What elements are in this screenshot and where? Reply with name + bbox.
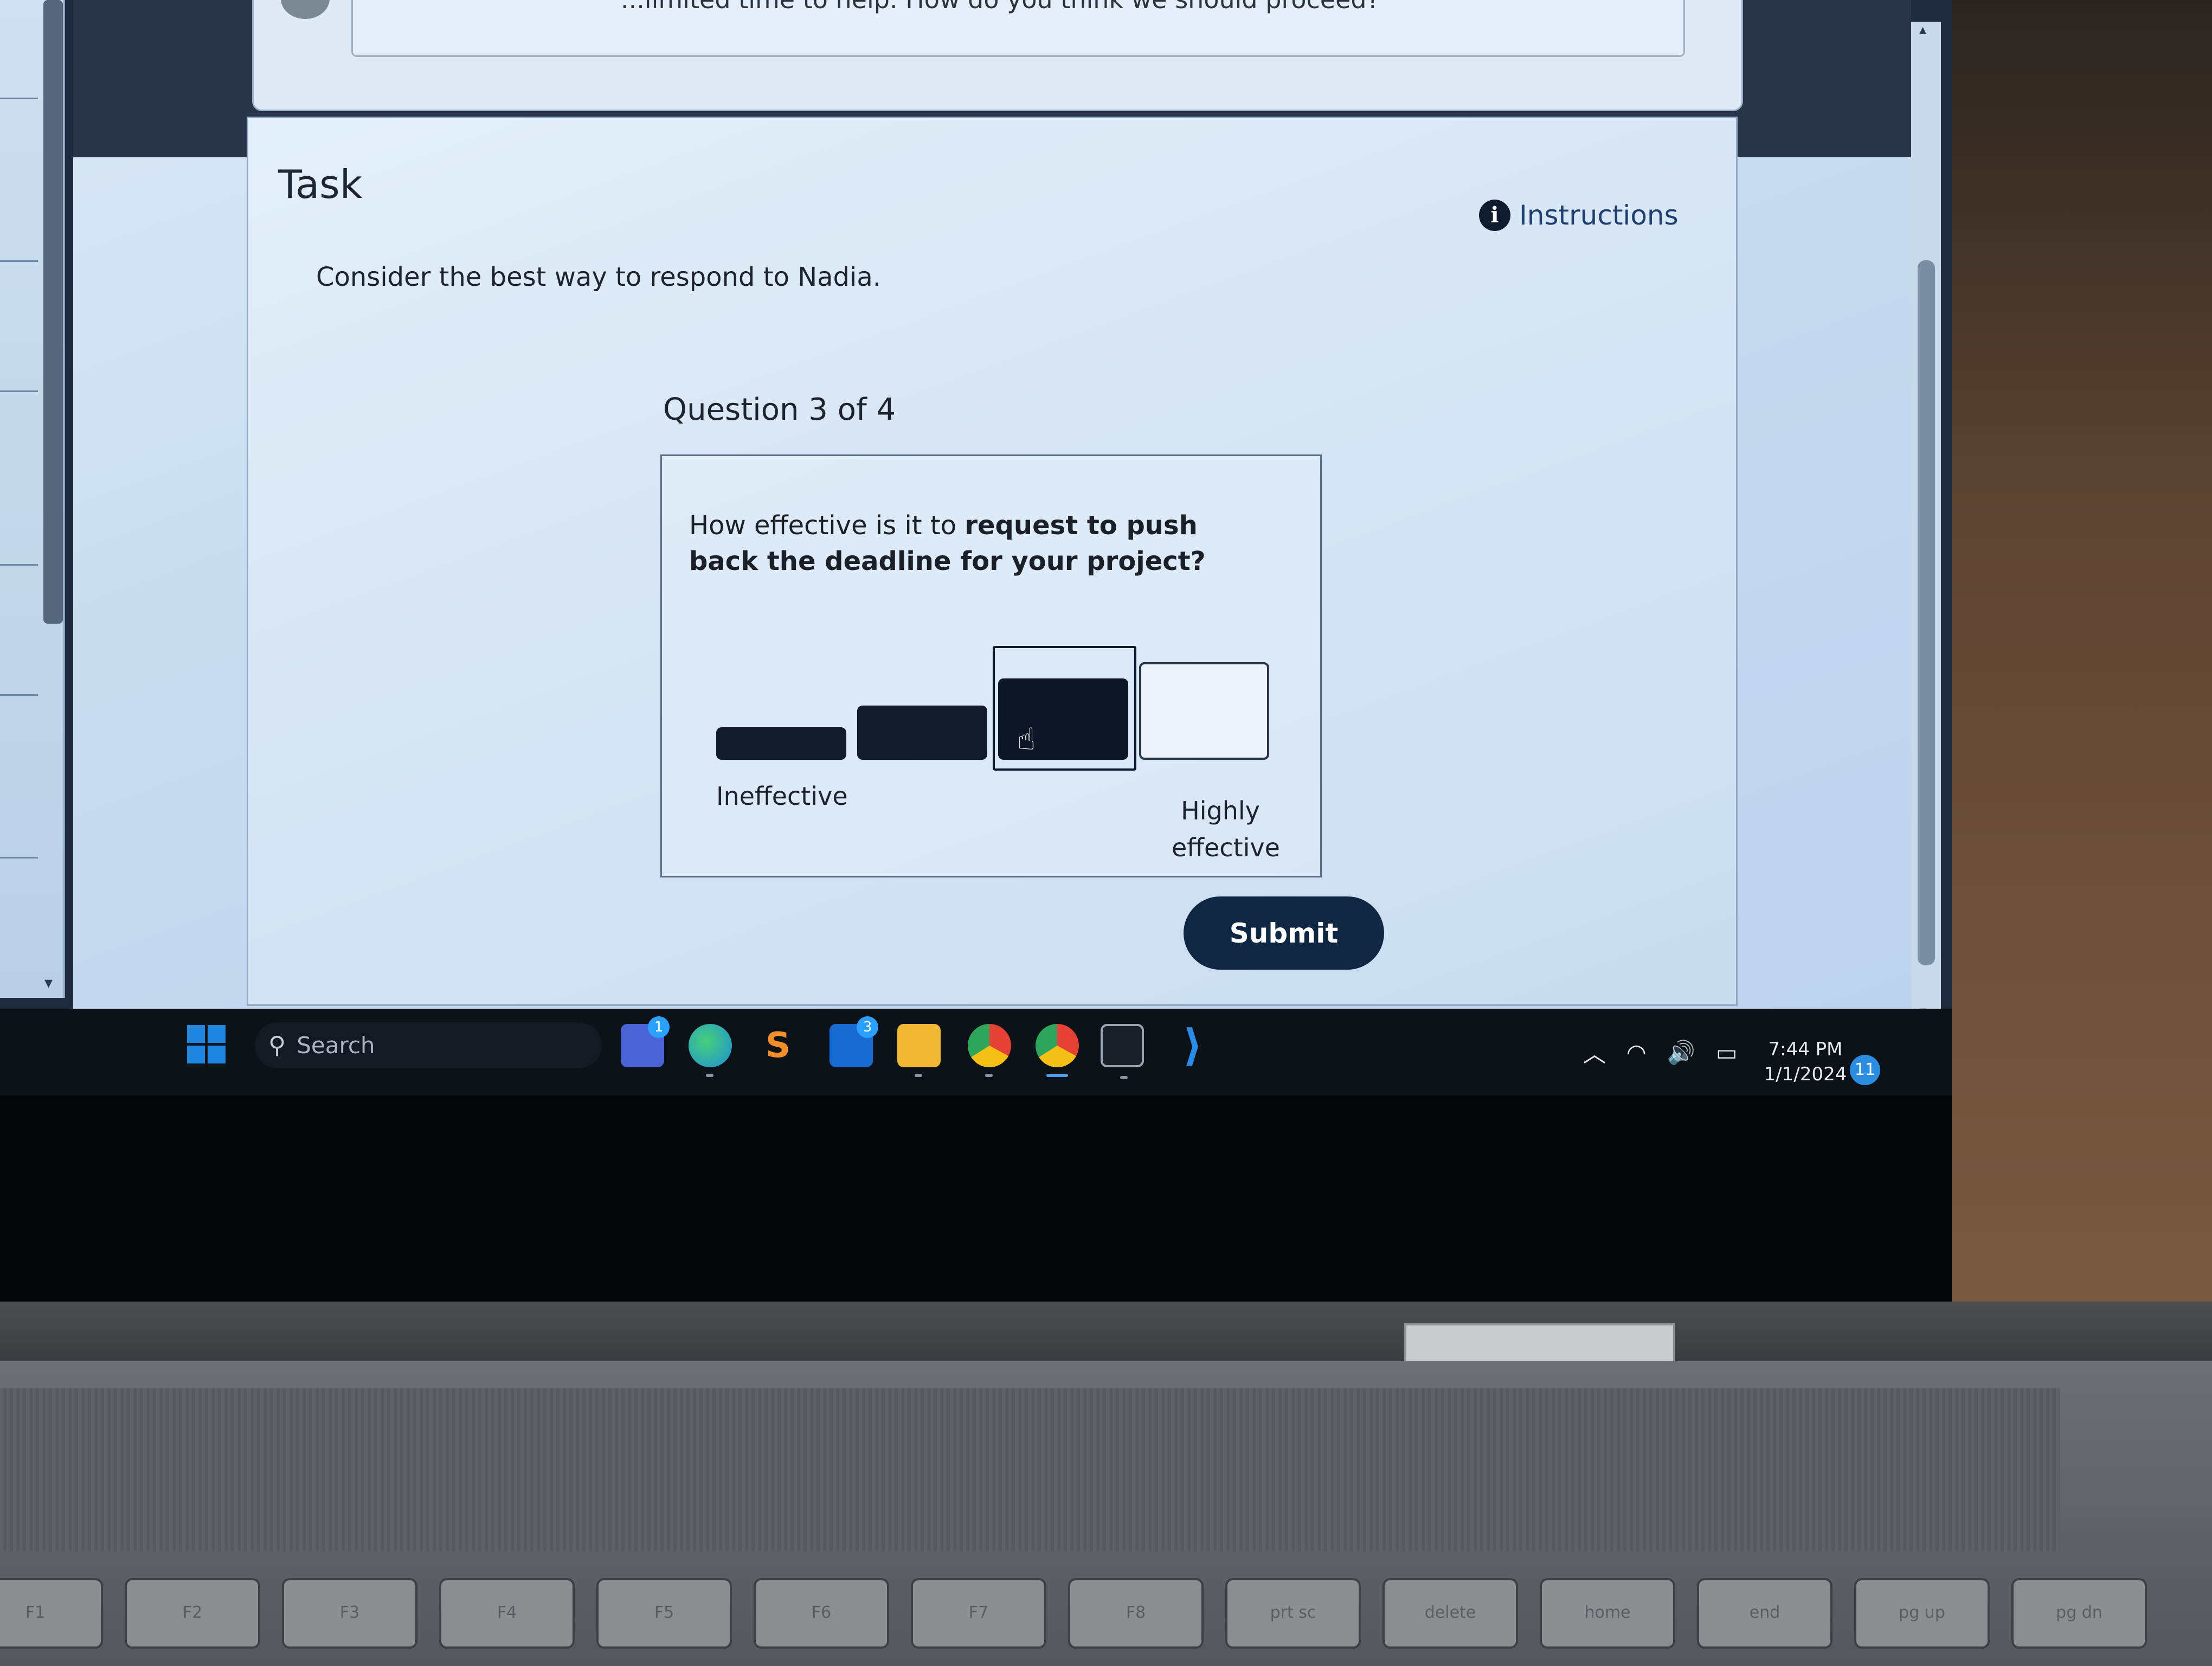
scale-low-label: Ineffective <box>716 781 848 811</box>
windows-start-icon[interactable] <box>187 1025 226 1064</box>
info-icon: i <box>1479 200 1510 231</box>
file-explorer-icon[interactable] <box>897 1024 941 1077</box>
keyboard-key[interactable]: F1 <box>0 1578 103 1649</box>
wifi-icon[interactable]: ◠ <box>1626 1039 1647 1066</box>
taskbar: ⚲ Search 1 S 3 ⟩ ︿ ◠ 🔊 ▭ 7:44 PM 1/1/202… <box>0 1009 1952 1095</box>
avatar <box>281 0 330 19</box>
keyboard-key[interactable]: F8 <box>1068 1578 1204 1649</box>
divider <box>0 390 38 392</box>
keyboard-function-row: F1 F2 F3 F4 F5 F6 F7 F8 prt sc delete home end pg up… <box>0 1578 2212 1666</box>
background-wall <box>1952 0 2212 1302</box>
battery-icon[interactable]: ▭ <box>1716 1039 1738 1066</box>
rating-option-4[interactable] <box>1139 662 1269 760</box>
left-panel: ▾ <box>0 0 65 998</box>
right-scrollbar[interactable]: ▴ ▾ <box>1911 22 1941 1009</box>
running-indicator <box>915 1074 922 1077</box>
keyboard-key[interactable]: delete <box>1382 1578 1518 1649</box>
instructions-link[interactable]: i Instructions <box>1479 200 1679 231</box>
running-indicator <box>985 1074 993 1077</box>
rating-option-2[interactable] <box>857 706 987 760</box>
instructions-label: Instructions <box>1519 200 1679 231</box>
keyboard-key[interactable]: F3 <box>282 1578 417 1649</box>
running-indicator <box>1120 1076 1128 1079</box>
page-content: ...limited time to help. How do you thin… <box>73 0 1911 1009</box>
search-icon: ⚲ <box>268 1031 286 1059</box>
scroll-up-arrow-icon[interactable]: ▴ <box>1919 22 1926 38</box>
hand-cursor-icon: ☝ <box>1017 722 1036 757</box>
laptop-hinge <box>0 1302 2212 1361</box>
divider <box>0 564 38 566</box>
keyboard-key[interactable]: F2 <box>125 1578 260 1649</box>
chat-bubble: ...limited time to help. How do you thin… <box>351 0 1685 57</box>
scroll-down-arrow-icon[interactable]: ▾ <box>44 973 53 992</box>
clock-date: 1/1/2024 <box>1764 1063 1847 1085</box>
rating-option-1[interactable] <box>716 727 846 760</box>
scroll-down-arrow-icon[interactable]: ▾ <box>1919 1003 1926 1009</box>
divider <box>0 857 38 858</box>
speaker-grille <box>0 1388 2060 1551</box>
mail-icon[interactable]: 3 <box>829 1016 878 1067</box>
divider <box>0 98 38 99</box>
terminal-icon[interactable] <box>1101 1024 1144 1079</box>
keyboard-key[interactable]: home <box>1540 1578 1675 1649</box>
volume-icon[interactable]: 🔊 <box>1667 1039 1695 1066</box>
question-counter: Question 3 of 4 <box>663 392 896 427</box>
question-box: How effective is it to request to push b… <box>660 454 1322 877</box>
screen-bezel <box>0 1095 1952 1302</box>
question-text: How effective is it to request to push b… <box>689 508 1264 579</box>
chat-card: ...limited time to help. How do you thin… <box>252 0 1743 111</box>
edge-icon[interactable] <box>689 1024 732 1077</box>
submit-button[interactable]: Submit <box>1184 896 1384 970</box>
running-indicator <box>706 1074 713 1077</box>
system-tray: ︿ ◠ 🔊 ▭ <box>1583 1036 1738 1069</box>
notification-count-badge[interactable]: 11 <box>1850 1055 1880 1085</box>
scale-high-label: Highly effective <box>1172 796 1280 862</box>
chrome-profile-icon[interactable] <box>1036 1024 1079 1077</box>
keyboard-key[interactable]: F7 <box>911 1578 1046 1649</box>
keyboard-key[interactable]: F6 <box>754 1578 889 1649</box>
active-indicator <box>1046 1074 1068 1077</box>
chat-message: ...limited time to help. How do you thin… <box>621 0 1380 14</box>
teams-icon[interactable]: 1 <box>621 1016 670 1067</box>
keyboard-key[interactable]: prt sc <box>1225 1578 1361 1649</box>
divider <box>0 260 38 262</box>
clock-time: 7:44 PM <box>1768 1039 1843 1060</box>
notification-badge: 3 <box>857 1016 878 1038</box>
laptop-screen: ▾ ...limited time to help. How do you th… <box>0 0 1952 1302</box>
search-label: Search <box>297 1032 375 1059</box>
page-title: Task <box>278 162 363 207</box>
chevron-up-icon[interactable]: ︿ <box>1583 1036 1606 1069</box>
task-card: Task i Instructions Consider the best wa… <box>247 117 1738 1006</box>
vs-code-icon[interactable]: ⟩ <box>1171 1024 1214 1067</box>
divider <box>0 694 38 696</box>
taskbar-search[interactable]: ⚲ Search <box>255 1022 602 1068</box>
sublime-text-icon[interactable]: S <box>756 1024 800 1067</box>
browser-viewport: ▾ ...limited time to help. How do you th… <box>0 0 1952 1009</box>
keyboard-key[interactable]: pg dn <box>2011 1578 2147 1649</box>
taskbar-clock[interactable]: 7:44 PM 1/1/2024 <box>1762 1039 1849 1085</box>
scrollbar-thumb[interactable] <box>1918 260 1935 965</box>
notification-badge: 1 <box>648 1016 670 1038</box>
keyboard-key[interactable]: end <box>1697 1578 1832 1649</box>
task-prompt: Consider the best way to respond to Nadi… <box>316 262 881 292</box>
left-scrollbar[interactable] <box>43 0 63 624</box>
keyboard-key[interactable]: F4 <box>439 1578 575 1649</box>
chrome-icon[interactable] <box>968 1024 1011 1077</box>
question-prefix: How effective is it to <box>689 510 965 541</box>
keyboard-key[interactable]: pg up <box>1854 1578 1990 1649</box>
keyboard-key[interactable]: F5 <box>596 1578 732 1649</box>
